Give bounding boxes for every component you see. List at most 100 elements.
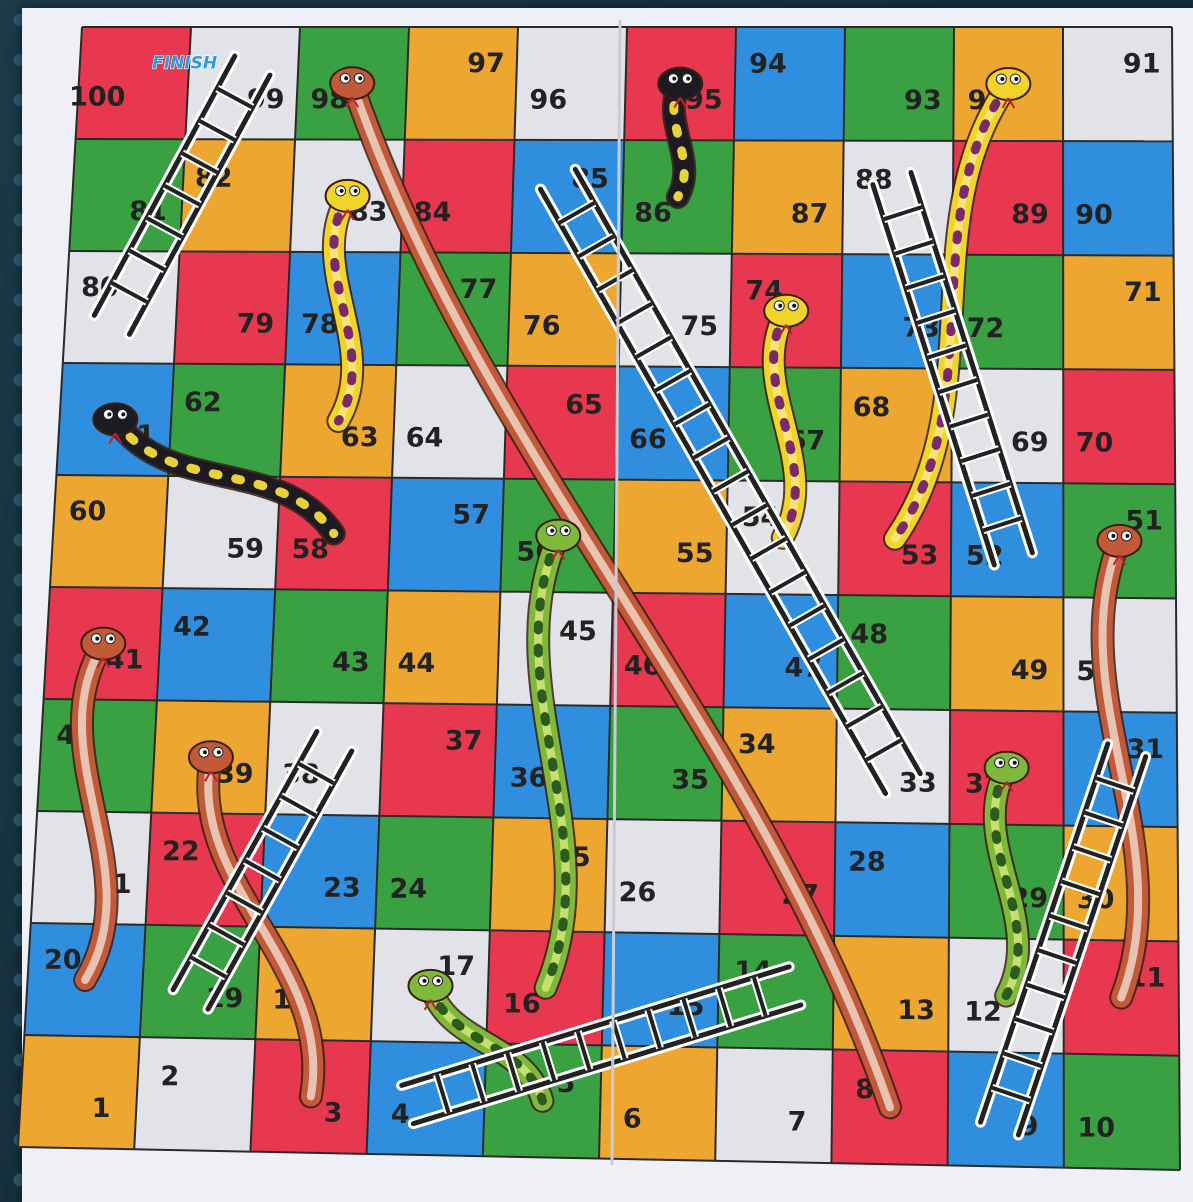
cell-number: 23: [323, 872, 361, 903]
snake-pupil: [121, 412, 126, 417]
snake-pupil: [564, 528, 569, 533]
cell-number: 44: [398, 648, 436, 679]
board-cell-7: [715, 1047, 833, 1164]
snake-pupil: [216, 750, 221, 755]
snake-pupil: [344, 76, 349, 81]
cell-number: 65: [565, 390, 603, 421]
board-cell-81: [69, 139, 186, 252]
board-cell-1: [18, 1035, 140, 1150]
cell-number: 66: [629, 424, 667, 455]
cell-number: 53: [901, 540, 939, 571]
cell-number: 76: [523, 310, 561, 341]
cell-number: 10: [1077, 1112, 1115, 1143]
cell-number: 70: [1076, 428, 1114, 459]
cell-number: 71: [1124, 277, 1162, 308]
snake-head-shape: [80, 626, 127, 661]
snake-head-shape: [983, 750, 1030, 785]
cell-number: 43: [332, 647, 370, 678]
cell-number: 87: [791, 198, 829, 229]
snake-head-shape: [535, 518, 582, 553]
snake-pupil: [550, 528, 555, 533]
snake-head-shape: [1096, 523, 1143, 558]
cell-number: 49: [1011, 655, 1049, 686]
cell-number: 28: [848, 846, 886, 877]
cell-number: 60: [69, 496, 107, 527]
snake-pupil: [686, 76, 691, 81]
board-cell-4: [366, 1041, 487, 1157]
snake-pupil: [1000, 76, 1005, 81]
cell-number: 42: [173, 612, 211, 643]
snake-pupil: [353, 188, 358, 193]
cell-number: 89: [1011, 199, 1049, 230]
snake-pupil: [95, 636, 100, 641]
snake-pupil: [109, 636, 114, 641]
snake-pupil: [778, 303, 783, 308]
cell-number: 96: [530, 84, 568, 115]
snake-head-shape: [985, 66, 1032, 101]
cell-number: 1: [92, 1093, 111, 1124]
cell-number: 3: [324, 1098, 343, 1129]
cell-number: 64: [406, 422, 444, 453]
snake-pupil: [1111, 533, 1116, 538]
cell-number: 90: [1075, 199, 1113, 230]
snake-pupil: [1014, 76, 1019, 81]
board-cell-97: [404, 27, 518, 140]
board-cell-23: [260, 814, 380, 929]
cell-number: 13: [897, 995, 935, 1026]
cell-number: 100: [69, 81, 125, 112]
snake-pupil: [672, 76, 677, 81]
cell-number: 4: [391, 1099, 410, 1130]
board-cell-49: [950, 596, 1064, 712]
cell-number: 22: [162, 836, 200, 867]
cell-number: 2: [161, 1061, 180, 1092]
cell-number: 68: [853, 392, 891, 423]
snake-pupil: [792, 303, 797, 308]
cell-number: 57: [452, 500, 490, 531]
cell-number: 35: [671, 764, 709, 795]
cell-number: 93: [904, 85, 942, 116]
board-cell-2: [134, 1037, 256, 1152]
snake-pupil: [1012, 760, 1017, 765]
snake-head-shape: [763, 293, 810, 328]
cell-number: 7: [788, 1107, 807, 1138]
cell-number: 59: [226, 534, 264, 565]
snake-head-shape: [187, 740, 234, 775]
snakes-and-ladders-board: 1009998979695949392918182838485868788899…: [17, 19, 1181, 1171]
snake-pupil: [107, 412, 112, 417]
cell-number: 79: [237, 309, 275, 340]
cell-number: 55: [676, 538, 714, 569]
board-cell-82: [179, 139, 296, 252]
board-cell-93: [843, 27, 954, 141]
snake-pupil: [422, 978, 427, 983]
cell-number: 45: [559, 616, 597, 647]
board-cell-43: [270, 589, 388, 704]
cell-number: 20: [44, 944, 82, 975]
board-cell-94: [733, 27, 845, 141]
snake-head-shape: [92, 402, 139, 437]
cell-number: 75: [680, 311, 718, 342]
board-cell-57: [387, 477, 504, 592]
cell-number: 69: [1011, 427, 1049, 458]
cell-number: 86: [634, 198, 672, 229]
board-cell-42: [156, 588, 276, 702]
snake-head-shape: [657, 66, 704, 101]
cell-number: 97: [467, 48, 505, 79]
board-cell-37: [379, 703, 497, 818]
cell-number: 72: [967, 313, 1005, 344]
cell-number: 37: [445, 725, 483, 756]
snake-pupil: [436, 978, 441, 983]
snake-pupil: [1125, 533, 1130, 538]
cell-number: 77: [460, 274, 498, 305]
board-cell-25: [489, 817, 608, 933]
cell-number: 26: [619, 877, 657, 908]
cell-number: 48: [850, 619, 888, 650]
board-cell-71: [1063, 255, 1175, 370]
cell-number: 6: [623, 1103, 642, 1134]
snake-pupil: [202, 750, 207, 755]
snake-head-shape: [407, 968, 454, 1003]
cell-number: 62: [184, 387, 222, 418]
snake-pupil: [998, 760, 1003, 765]
snake-head-shape: [324, 178, 371, 213]
snake-pupil: [339, 188, 344, 193]
board-cell-45: [496, 591, 613, 706]
